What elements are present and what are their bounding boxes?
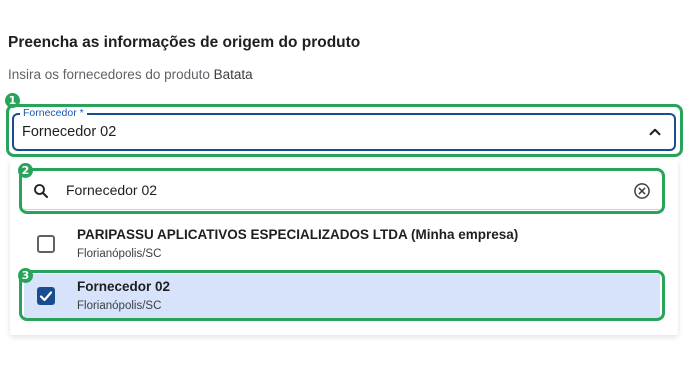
supplier-select[interactable]: Fornecedor * Fornecedor 02: [12, 107, 676, 151]
supplier-field-label: Fornecedor *: [20, 107, 87, 119]
supplier-select-value: Fornecedor 02: [22, 124, 117, 140]
option-title: PARIPASSU APLICATIVOS ESPECIALIZADOS LTD…: [77, 227, 519, 242]
chevron-up-icon[interactable]: [646, 123, 664, 141]
callout-ring-3: [19, 270, 665, 321]
search-field[interactable]: Fornecedor 02: [24, 173, 660, 210]
checkbox[interactable]: [37, 235, 55, 253]
callout-badge-2: 2: [18, 163, 33, 178]
callout-badge-3: 3: [18, 268, 33, 283]
clear-icon[interactable]: [632, 181, 652, 201]
subtitle-text: Insira os fornecedores do produto: [8, 67, 210, 82]
option-location: Florianópolis/SC: [77, 248, 162, 260]
callout-badge-1: 1: [5, 93, 20, 108]
search-icon: [34, 184, 48, 198]
supplier-option[interactable]: PARIPASSU APLICATIVOS ESPECIALIZADOS LTD…: [24, 222, 660, 266]
page-title: Preencha as informações de origem do pro…: [8, 34, 361, 51]
page-subtitle: Insira os fornecedores do produto Batata: [8, 67, 253, 82]
search-input[interactable]: Fornecedor 02: [66, 182, 157, 198]
product-name: Batata: [213, 67, 253, 82]
